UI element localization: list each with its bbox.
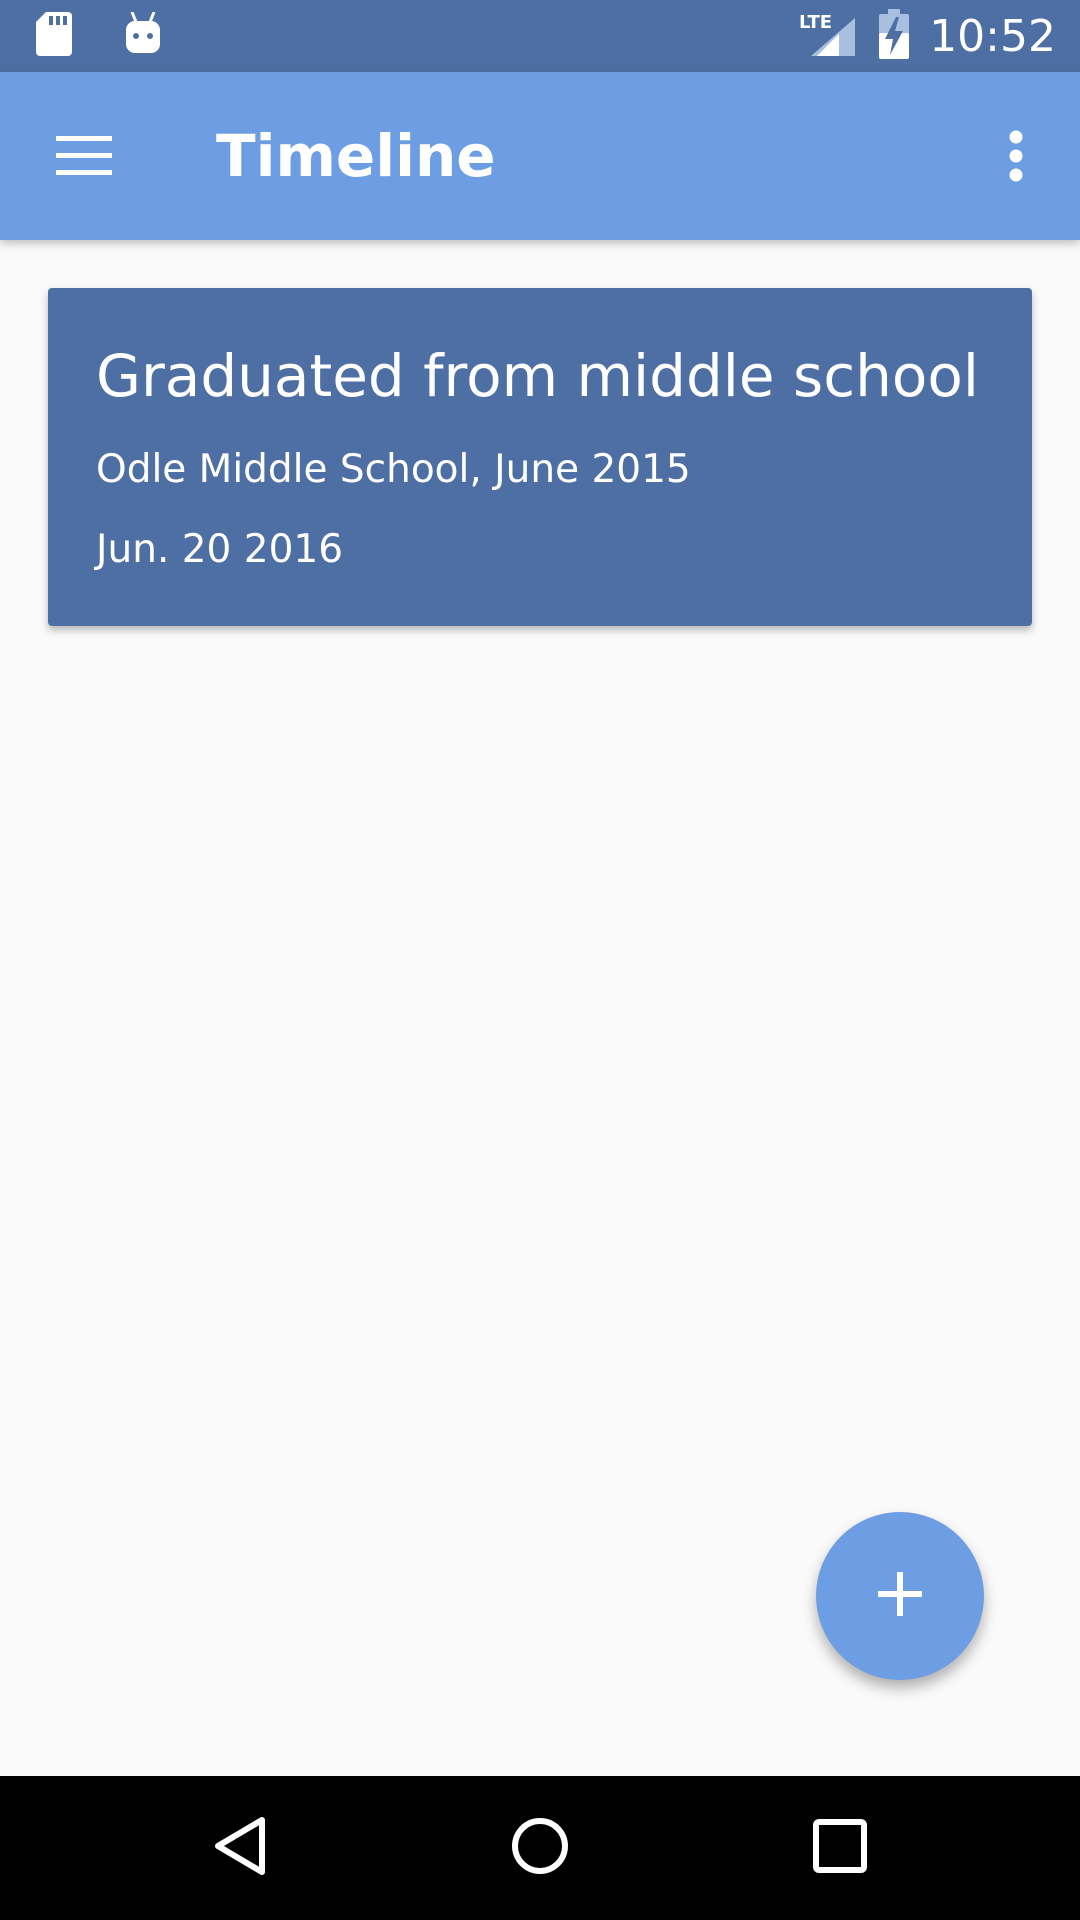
add-entry-button[interactable] xyxy=(816,1512,984,1680)
lte-signal-icon: LTE xyxy=(799,10,859,63)
svg-text:LTE: LTE xyxy=(799,12,832,33)
status-left-icons xyxy=(36,10,162,61)
home-button[interactable] xyxy=(480,1800,600,1896)
back-button[interactable] xyxy=(180,1800,300,1896)
recents-button[interactable] xyxy=(780,1800,900,1896)
home-icon xyxy=(510,1816,570,1881)
timeline-card[interactable]: Graduated from middle school Odle Middle… xyxy=(48,288,1032,626)
add-icon xyxy=(878,1571,922,1621)
android-debug-icon xyxy=(124,10,162,61)
more-vert-icon[interactable] xyxy=(980,116,1052,196)
recents-icon xyxy=(812,1818,868,1879)
status-right-icons: LTE 10:52 xyxy=(799,8,1056,64)
sd-card-icon xyxy=(36,11,72,61)
navigation-bar xyxy=(0,1776,1080,1920)
app-bar: Timeline xyxy=(0,72,1080,240)
status-bar: LTE 10:52 xyxy=(0,0,1080,72)
battery-charging-icon xyxy=(879,8,910,64)
status-time: 10:52 xyxy=(929,10,1056,62)
card-subtitle: Odle Middle School, June 2015 xyxy=(96,447,691,492)
page-title: Timeline xyxy=(216,122,496,190)
back-icon xyxy=(212,1816,268,1881)
hamburger-menu-icon[interactable] xyxy=(40,116,128,196)
card-date: Jun. 20 2016 xyxy=(96,527,344,572)
card-title: Graduated from middle school xyxy=(96,342,979,410)
